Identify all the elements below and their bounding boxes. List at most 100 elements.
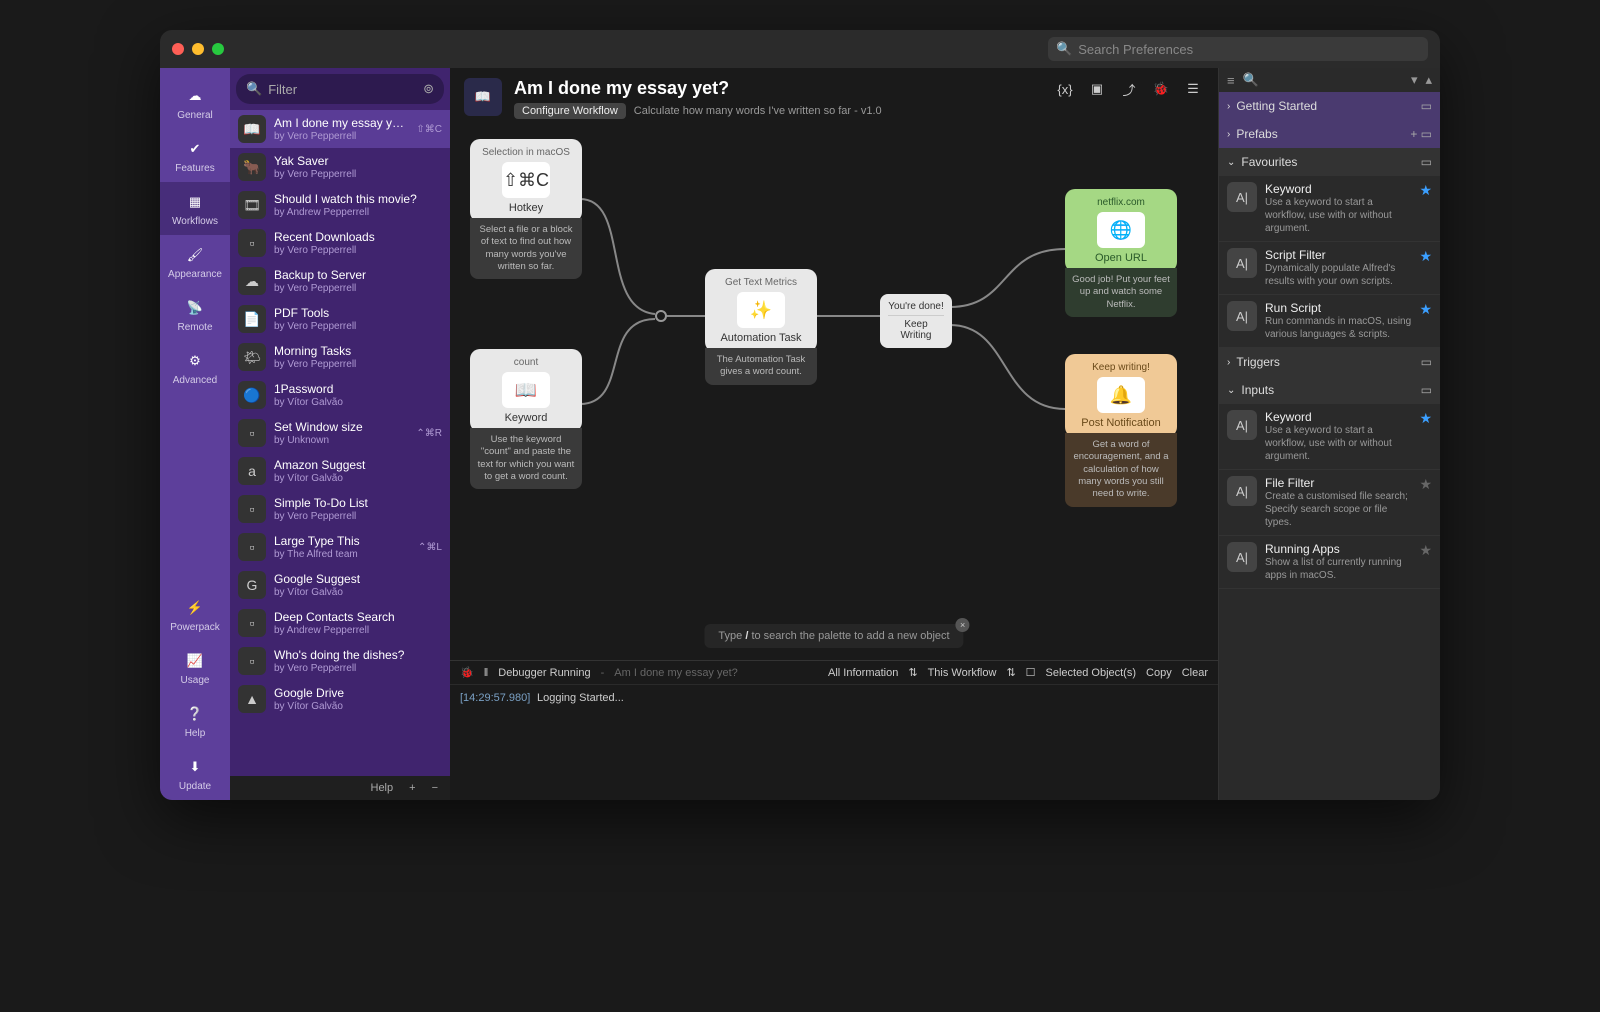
close-hint[interactable]: × bbox=[956, 618, 970, 632]
star-icon[interactable]: ★ bbox=[1419, 182, 1432, 235]
workflow-item-icon: ▫ bbox=[238, 419, 266, 447]
search-preferences[interactable]: 🔍 Search Preferences bbox=[1048, 37, 1428, 61]
workflow-item[interactable]: ▫Who's doing the dishes?by Vero Pepperre… bbox=[230, 642, 450, 680]
add-workflow-button[interactable]: + bbox=[403, 782, 421, 794]
minimize-window[interactable] bbox=[192, 43, 204, 55]
star-icon[interactable]: ★ bbox=[1419, 301, 1432, 341]
palette-item[interactable]: A|Running AppsShow a list of currently r… bbox=[1219, 536, 1440, 589]
workflow-item-icon: ▲ bbox=[238, 685, 266, 713]
nav-features[interactable]: ✔Features bbox=[160, 129, 230, 182]
nav-advanced[interactable]: ⚙Advanced bbox=[160, 341, 230, 394]
palette-item[interactable]: A|Run ScriptRun commands in macOS, using… bbox=[1219, 295, 1440, 348]
automation-node[interactable]: Get Text Metrics ✨ Automation Task The A… bbox=[705, 269, 817, 385]
junction-node[interactable] bbox=[655, 310, 667, 322]
palette-item-icon: A| bbox=[1227, 301, 1257, 331]
selected-objects-toggle[interactable]: Selected Object(s) bbox=[1046, 667, 1136, 679]
search-icon[interactable]: 🔍 bbox=[1243, 72, 1259, 88]
cat-inputs[interactable]: ⌄Inputs▭ bbox=[1219, 376, 1440, 404]
workflow-item[interactable]: 🎞Should I watch this movie?by Andrew Pep… bbox=[230, 186, 450, 224]
workflow-item[interactable]: ▫Large Type Thisby The Alfred team⌃⌘L bbox=[230, 528, 450, 566]
keyword-node[interactable]: count 📖 Keyword Use the keyword "count" … bbox=[470, 349, 582, 489]
maximize-window[interactable] bbox=[212, 43, 224, 55]
debug-log: [14:29:57.980] Logging Started... bbox=[450, 685, 1218, 800]
help-button[interactable]: Help bbox=[365, 782, 400, 794]
workflow-item-name: Amazon Suggest bbox=[274, 458, 442, 472]
workflow-item-icon: ▫ bbox=[238, 609, 266, 637]
nav-appearance[interactable]: 🖌Appearance bbox=[160, 235, 230, 288]
titlebar: 🔍 Search Preferences bbox=[160, 30, 1440, 68]
workflow-item[interactable]: 🌤Morning Tasksby Vero Pepperrell bbox=[230, 338, 450, 376]
bolt-icon: ⚡ bbox=[183, 596, 207, 620]
option-keep-writing[interactable]: Keep Writing bbox=[888, 316, 944, 344]
help-icon: ❔ bbox=[183, 702, 207, 726]
nav-usage[interactable]: 📈Usage bbox=[160, 641, 230, 694]
open-url-node[interactable]: netflix.com 🌐 Open URL Good job! Put you… bbox=[1065, 189, 1177, 317]
palette-item[interactable]: A|KeywordUse a keyword to start a workfl… bbox=[1219, 176, 1440, 242]
cat-triggers[interactable]: ›Triggers▭ bbox=[1219, 348, 1440, 376]
palette-panel: ≡ 🔍 ▾ ▴ ›Getting Started▭ ›Prefabs+ ▭ ⌄F… bbox=[1218, 68, 1440, 800]
broadcast-icon: 📡 bbox=[183, 296, 207, 320]
cat-prefabs[interactable]: ›Prefabs+ ▭ bbox=[1219, 120, 1440, 148]
pause-icon[interactable]: ‖ bbox=[484, 667, 489, 679]
check-icon: ✔ bbox=[183, 137, 207, 161]
option-done[interactable]: You're done! bbox=[888, 298, 944, 316]
nav-help[interactable]: ❔Help bbox=[160, 694, 230, 747]
palette-item-desc: Use a keyword to start a workflow, use w… bbox=[1265, 196, 1411, 235]
menu-icon[interactable]: ☰ bbox=[1182, 78, 1204, 100]
palette-item[interactable]: A|File FilterCreate a customised file se… bbox=[1219, 470, 1440, 536]
collapse-up-icon[interactable]: ▴ bbox=[1425, 72, 1432, 88]
workflow-item[interactable]: aAmazon Suggestby Vítor Galvão bbox=[230, 452, 450, 490]
close-window[interactable] bbox=[172, 43, 184, 55]
nav-remote[interactable]: 📡Remote bbox=[160, 288, 230, 341]
workflow-canvas[interactable]: Selection in macOS ⇧⌘C Hotkey Select a f… bbox=[450, 129, 1218, 660]
workflow-item-icon: ▫ bbox=[238, 647, 266, 675]
filter-settings-icon[interactable]: ⊚ bbox=[423, 81, 434, 97]
nav-powerpack[interactable]: ⚡Powerpack bbox=[160, 588, 230, 641]
workflow-item[interactable]: 📖Am I done my essay yet?by Vero Pepperre… bbox=[230, 110, 450, 148]
nav-workflows[interactable]: ▦Workflows bbox=[160, 182, 230, 235]
debug-filter-info[interactable]: All Information bbox=[828, 667, 898, 679]
workflow-item-name: Set Window size bbox=[274, 420, 408, 434]
debug-icon[interactable]: 🐞 bbox=[1150, 78, 1172, 100]
palette-item[interactable]: A|Script FilterDynamically populate Alfr… bbox=[1219, 242, 1440, 295]
filter-input[interactable]: 🔍 Filter ⊚ bbox=[236, 74, 444, 104]
node-description: Use the keyword "count" and paste the te… bbox=[470, 428, 582, 489]
workflow-item[interactable]: 🐂Yak Saverby Vero Pepperrell bbox=[230, 148, 450, 186]
variables-icon[interactable]: {x} bbox=[1054, 78, 1076, 100]
workflow-item[interactable]: 📄PDF Toolsby Vero Pepperrell bbox=[230, 300, 450, 338]
copy-button[interactable]: Copy bbox=[1146, 667, 1172, 679]
workflow-item[interactable]: ▫Set Window sizeby Unknown⌃⌘R bbox=[230, 414, 450, 452]
palette-item-name: Keyword bbox=[1265, 182, 1411, 196]
export-icon[interactable]: ⤴ bbox=[1118, 78, 1140, 100]
star-icon[interactable]: ★ bbox=[1419, 248, 1432, 288]
workflow-item[interactable]: ▲Google Driveby Vítor Galvão bbox=[230, 680, 450, 718]
workflow-item[interactable]: ▫Simple To-Do Listby Vero Pepperrell bbox=[230, 490, 450, 528]
workflow-item-name: Backup to Server bbox=[274, 268, 442, 282]
workflow-item[interactable]: ▫Recent Downloadsby Vero Pepperrell bbox=[230, 224, 450, 262]
clear-button[interactable]: Clear bbox=[1182, 667, 1208, 679]
workflow-item[interactable]: 🔵1Passwordby Vítor Galvão bbox=[230, 376, 450, 414]
workflow-item-name: Recent Downloads bbox=[274, 230, 442, 244]
nav-update[interactable]: ⬇Update bbox=[160, 747, 230, 800]
cat-getting-started[interactable]: ›Getting Started▭ bbox=[1219, 92, 1440, 120]
configure-workflow-button[interactable]: Configure Workflow bbox=[514, 103, 626, 119]
star-icon[interactable]: ★ bbox=[1419, 476, 1432, 529]
cat-favourites[interactable]: ⌄Favourites▭ bbox=[1219, 148, 1440, 176]
palette-item[interactable]: A|KeywordUse a keyword to start a workfl… bbox=[1219, 404, 1440, 470]
star-icon[interactable]: ★ bbox=[1419, 410, 1432, 463]
collapse-down-icon[interactable]: ▾ bbox=[1411, 72, 1418, 88]
grid-icon: ▦ bbox=[183, 190, 207, 214]
workflow-item[interactable]: ☁Backup to Serverby Vero Pepperrell bbox=[230, 262, 450, 300]
remove-workflow-button[interactable]: − bbox=[426, 782, 444, 794]
star-icon[interactable]: ★ bbox=[1419, 542, 1432, 582]
debug-filter-scope[interactable]: This Workflow bbox=[928, 667, 997, 679]
notification-node[interactable]: Keep writing! 🔔 Post Notification Get a … bbox=[1065, 354, 1177, 507]
bug-icon[interactable]: 🐞 bbox=[460, 666, 474, 679]
workflow-item[interactable]: GGoogle Suggestby Vítor Galvão bbox=[230, 566, 450, 604]
snippet-icon[interactable]: ▣ bbox=[1086, 78, 1108, 100]
nav-general[interactable]: ☁General bbox=[160, 76, 230, 129]
list-icon[interactable]: ≡ bbox=[1227, 73, 1235, 88]
conditional-node[interactable]: You're done! Keep Writing bbox=[880, 294, 952, 348]
hotkey-node[interactable]: Selection in macOS ⇧⌘C Hotkey Select a f… bbox=[470, 139, 582, 279]
workflow-item[interactable]: ▫Deep Contacts Searchby Andrew Pepperrel… bbox=[230, 604, 450, 642]
